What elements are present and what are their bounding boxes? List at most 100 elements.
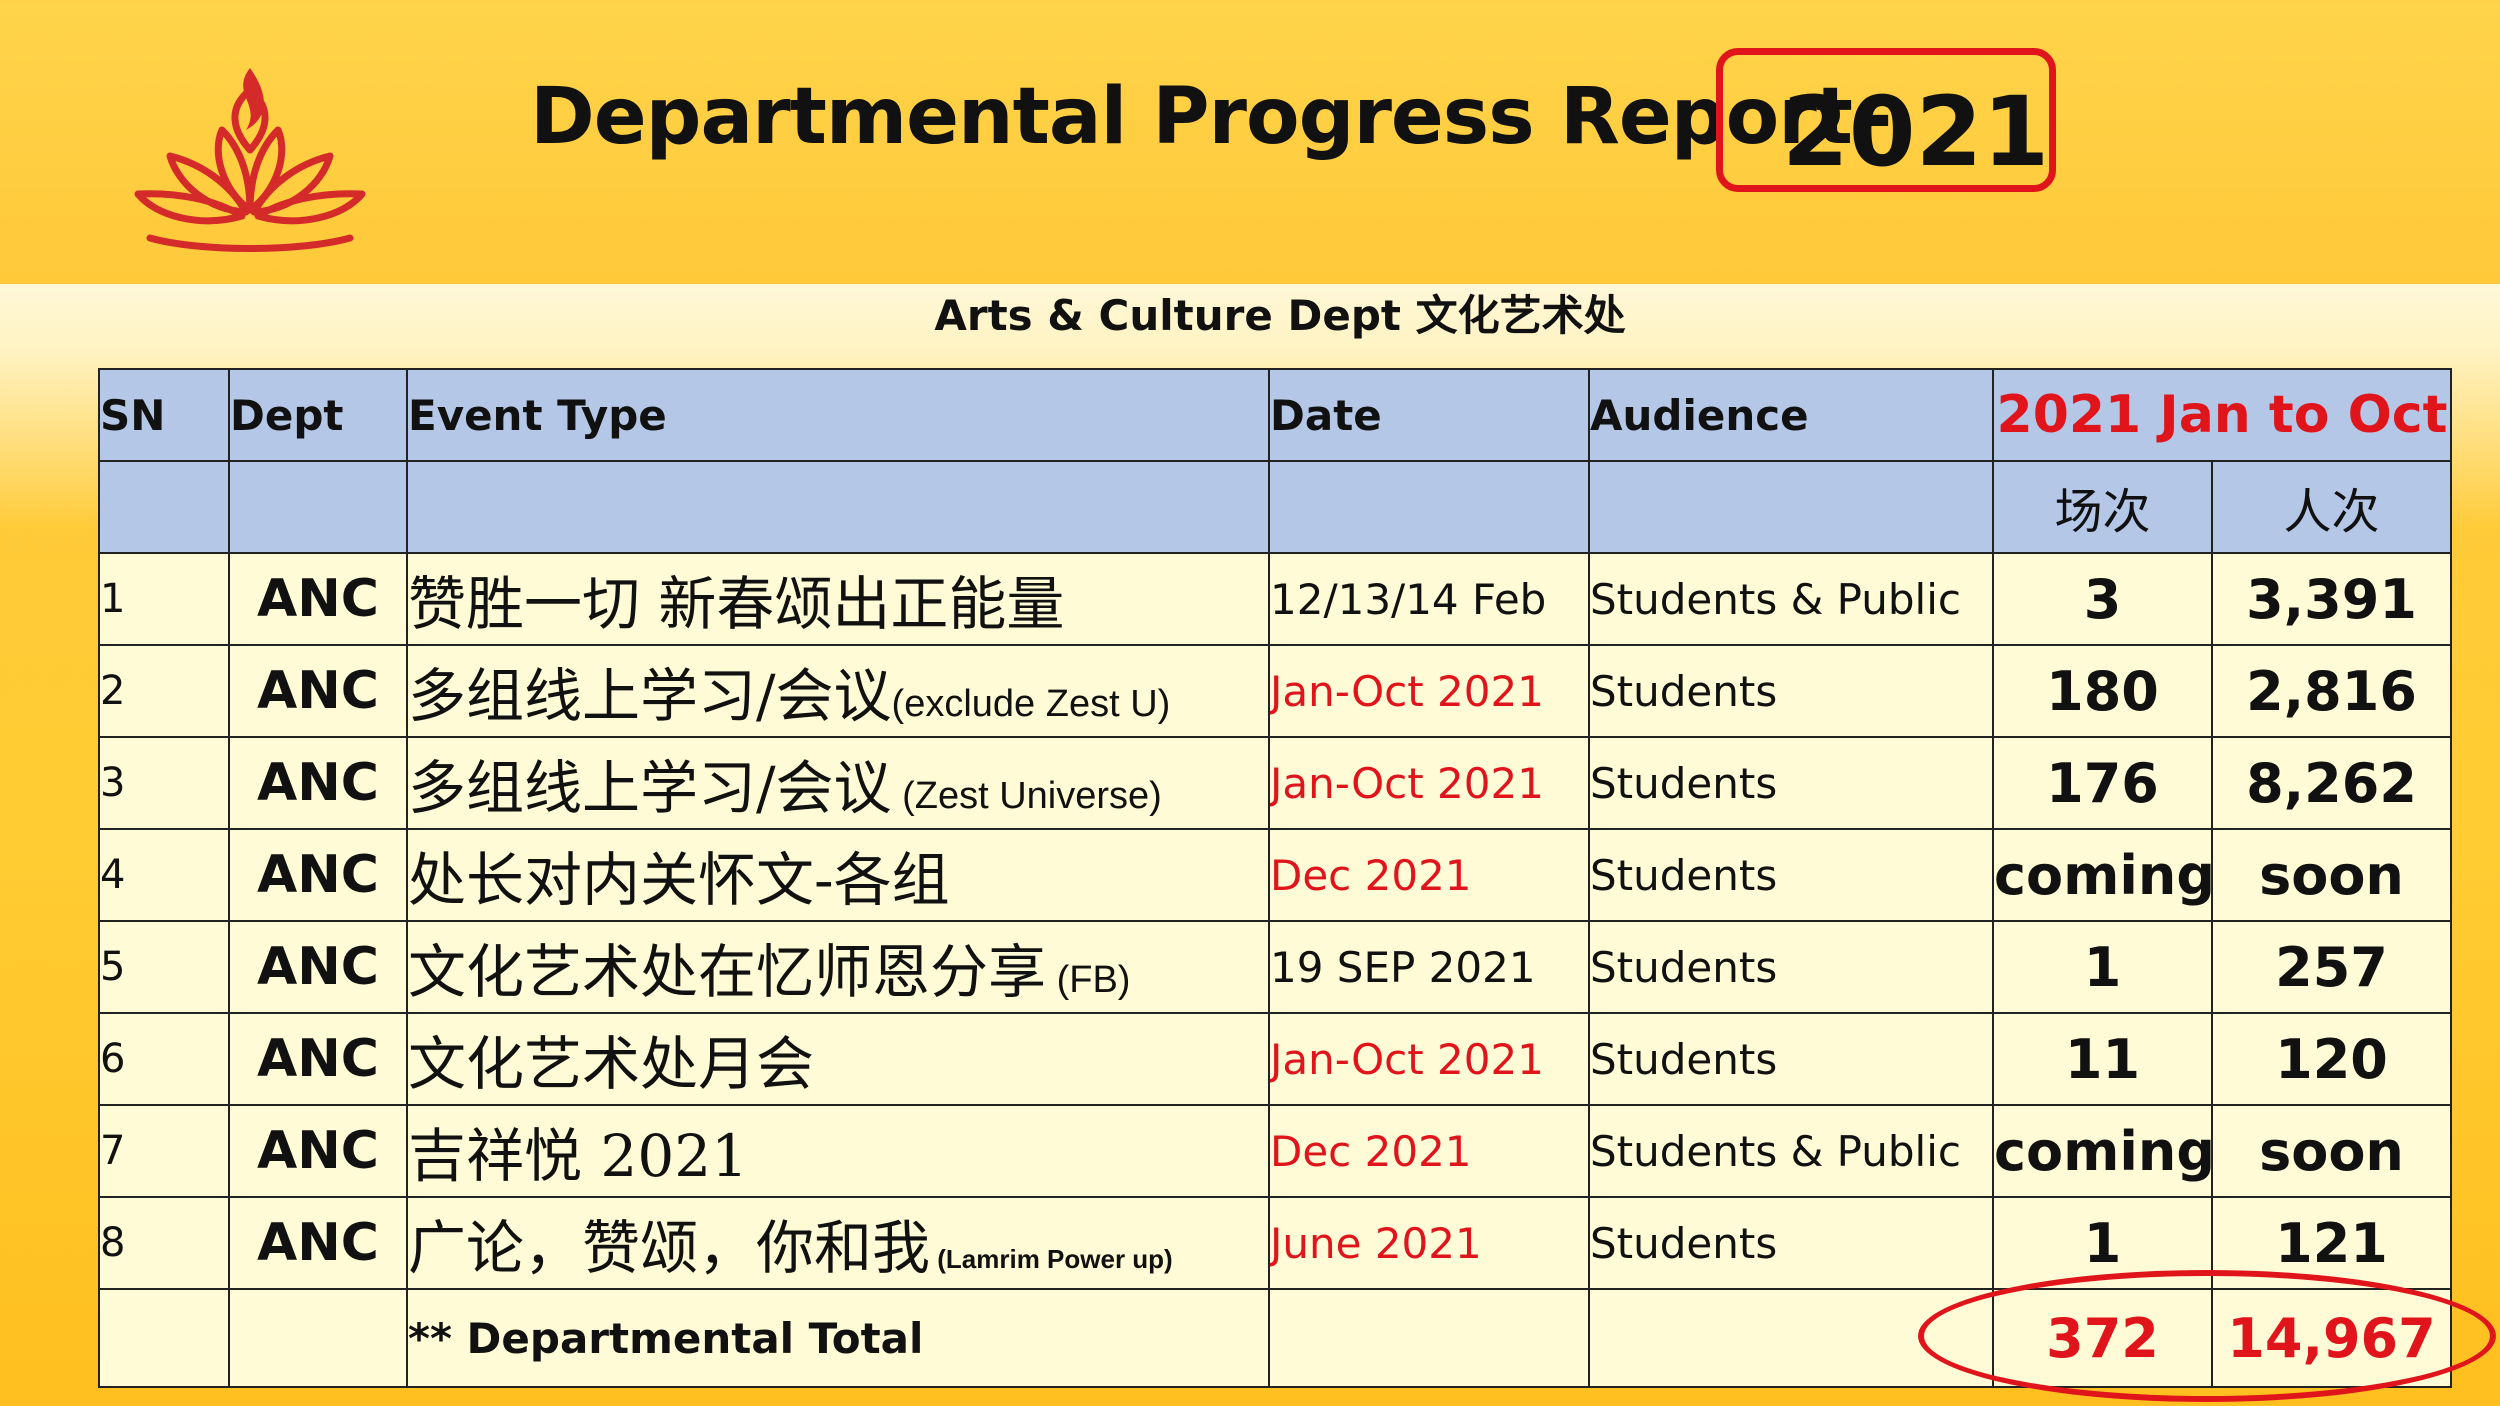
cell-date: Jan-Oct 2021: [1268, 644, 1590, 738]
table-row: 2 ANC 多组线上学习/会议(exclude Zest U) Jan-Oct 202…: [98, 644, 2452, 738]
total-label: ** Departmental Total: [406, 1288, 1270, 1388]
cell-attendance: 2,816: [2211, 644, 2452, 738]
cell-attendance: soon: [2211, 828, 2452, 922]
cell-attendance: soon: [2211, 1104, 2452, 1198]
cell-event-type: 赞胜一切 新春颂出正能量: [406, 552, 1270, 646]
table-row: 7 ANC 吉祥悦 2021 Dec 2021 Students & Public com…: [98, 1104, 2452, 1198]
cell-audience: Students: [1588, 1012, 1994, 1106]
cell-sessions: 176: [1992, 736, 2213, 830]
subheader-empty: [1268, 460, 1590, 554]
header-attendance: 人次: [2211, 460, 2452, 554]
table-subheader-row: 场次 人次: [98, 460, 2452, 554]
cell-event-type: 文化艺术处月会: [406, 1012, 1270, 1106]
cell-event-type: 处长对内关怀文-各组: [406, 828, 1270, 922]
subheader-empty: [98, 460, 230, 554]
cell-audience: Students: [1588, 736, 1994, 830]
cell-sessions: coming: [1992, 828, 2213, 922]
cell-audience: Students & Public: [1588, 552, 1994, 646]
cell-event-type: 文化艺术处在忆师恩分享 (FB): [406, 920, 1270, 1014]
cell-audience: Students: [1588, 920, 1994, 1014]
total-empty: [98, 1288, 230, 1388]
cell-audience: Students: [1588, 828, 1994, 922]
cell-date: Dec 2021: [1268, 828, 1590, 922]
cell-event-type: 吉祥悦 2021: [406, 1104, 1270, 1198]
header-sessions: 场次: [1992, 460, 2213, 554]
header-event-type: Event Type: [406, 368, 1270, 462]
cell-sessions: coming: [1992, 1104, 2213, 1198]
cell-sn: 4: [98, 828, 230, 922]
cell-sessions: 1: [1992, 920, 2213, 1014]
header-sn: SN: [98, 368, 230, 462]
report-title-text: Departmental Progress Report: [530, 72, 1853, 162]
cell-audience: Students & Public: [1588, 1104, 1994, 1198]
cell-audience: Students: [1588, 1196, 1994, 1290]
cell-dept: ANC: [228, 736, 408, 830]
cell-dept: ANC: [228, 552, 408, 646]
total-empty: [228, 1288, 408, 1388]
header-audience: Audience: [1588, 368, 1994, 462]
cell-sn: 5: [98, 920, 230, 1014]
subheader-empty: [228, 460, 408, 554]
cell-event-type: 多组线上学习/会议 (Zest Universe): [406, 736, 1270, 830]
event-name: 文化艺术处在忆师恩分享: [408, 938, 1047, 1006]
cell-dept: ANC: [228, 828, 408, 922]
report-title: Departmental Progress Report -: [530, 72, 1892, 162]
cell-sn: 7: [98, 1104, 230, 1198]
event-note: (exclude Zest U): [891, 683, 1171, 725]
table-row: 5 ANC 文化艺术处在忆师恩分享 (FB) 19 SEP 2021 Students 1…: [98, 920, 2452, 1014]
total-empty: [1268, 1288, 1590, 1388]
cell-sn: 3: [98, 736, 230, 830]
header-dept: Dept: [228, 368, 408, 462]
event-note: (FB): [1046, 959, 1131, 1001]
table-row: 4 ANC 处长对内关怀文-各组 Dec 2021 Students coming soon: [98, 828, 2452, 922]
table-body: 1 ANC 赞胜一切 新春颂出正能量 12/13/14 Feb Students & P…: [98, 552, 2452, 1290]
header-date: Date: [1268, 368, 1590, 462]
event-name: 吉祥悦 2021: [408, 1122, 749, 1190]
table-row: 1 ANC 赞胜一切 新春颂出正能量 12/13/14 Feb Students & P…: [98, 552, 2452, 646]
event-name: 处长对内关怀文-各组: [408, 846, 950, 914]
progress-table: SN Dept Event Type Date Audience 2021 Ja…: [98, 368, 2452, 1388]
cell-dept: ANC: [228, 1196, 408, 1290]
event-name: 赞胜一切 新春颂出正能量: [408, 570, 1065, 638]
subheader-empty: [1588, 460, 1994, 554]
table-row: 3 ANC 多组线上学习/会议 (Zest Universe) Jan-Oct 202…: [98, 736, 2452, 830]
table-header-row: SN Dept Event Type Date Audience 2021 Ja…: [98, 368, 2452, 462]
cell-dept: ANC: [228, 644, 408, 738]
event-note: (Zest Universe): [891, 775, 1162, 817]
cell-attendance: 8,262: [2211, 736, 2452, 830]
cell-sessions: 180: [1992, 644, 2213, 738]
cell-sn: 1: [98, 552, 230, 646]
cell-sn: 8: [98, 1196, 230, 1290]
cell-dept: ANC: [228, 1104, 408, 1198]
cell-date: Dec 2021: [1268, 1104, 1590, 1198]
event-name: 多组线上学习/会议: [408, 662, 892, 730]
event-name: 文化艺术处月会: [408, 1030, 815, 1098]
header-period: 2021 Jan to Oct: [1992, 368, 2452, 462]
cell-date: 12/13/14 Feb: [1268, 552, 1590, 646]
cell-dept: ANC: [228, 1012, 408, 1106]
department-subtitle: Arts & Culture Dept 文化艺术处: [934, 291, 1626, 340]
report-year: 2021: [1782, 76, 2050, 188]
cell-audience: Students: [1588, 644, 1994, 738]
event-name: 多组线上学习/会议: [408, 754, 892, 822]
cell-attendance: 120: [2211, 1012, 2452, 1106]
cell-date: 19 SEP 2021: [1268, 920, 1590, 1014]
lotus-flame-logo: [134, 68, 366, 252]
event-name: 广论，赞颂，你和我: [408, 1214, 931, 1282]
cell-sessions: 3: [1992, 552, 2213, 646]
cell-event-type: 多组线上学习/会议(exclude Zest U): [406, 644, 1270, 738]
cell-sessions: 11: [1992, 1012, 2213, 1106]
table-row: 6 ANC 文化艺术处月会 Jan-Oct 2021 Students 11 120: [98, 1012, 2452, 1106]
total-highlight-oval: [1918, 1270, 2496, 1402]
cell-event-type: 广论，赞颂，你和我 (Lamrim Power up): [406, 1196, 1270, 1290]
cell-date: Jan-Oct 2021: [1268, 736, 1590, 830]
cell-dept: ANC: [228, 920, 408, 1014]
cell-date: Jan-Oct 2021: [1268, 1012, 1590, 1106]
subheader-empty: [406, 460, 1270, 554]
cell-attendance: 3,391: [2211, 552, 2452, 646]
cell-sn: 2: [98, 644, 230, 738]
event-note: (Lamrim Power up): [930, 1244, 1173, 1274]
cell-attendance: 257: [2211, 920, 2452, 1014]
cell-date: June 2021: [1268, 1196, 1590, 1290]
cell-sn: 6: [98, 1012, 230, 1106]
